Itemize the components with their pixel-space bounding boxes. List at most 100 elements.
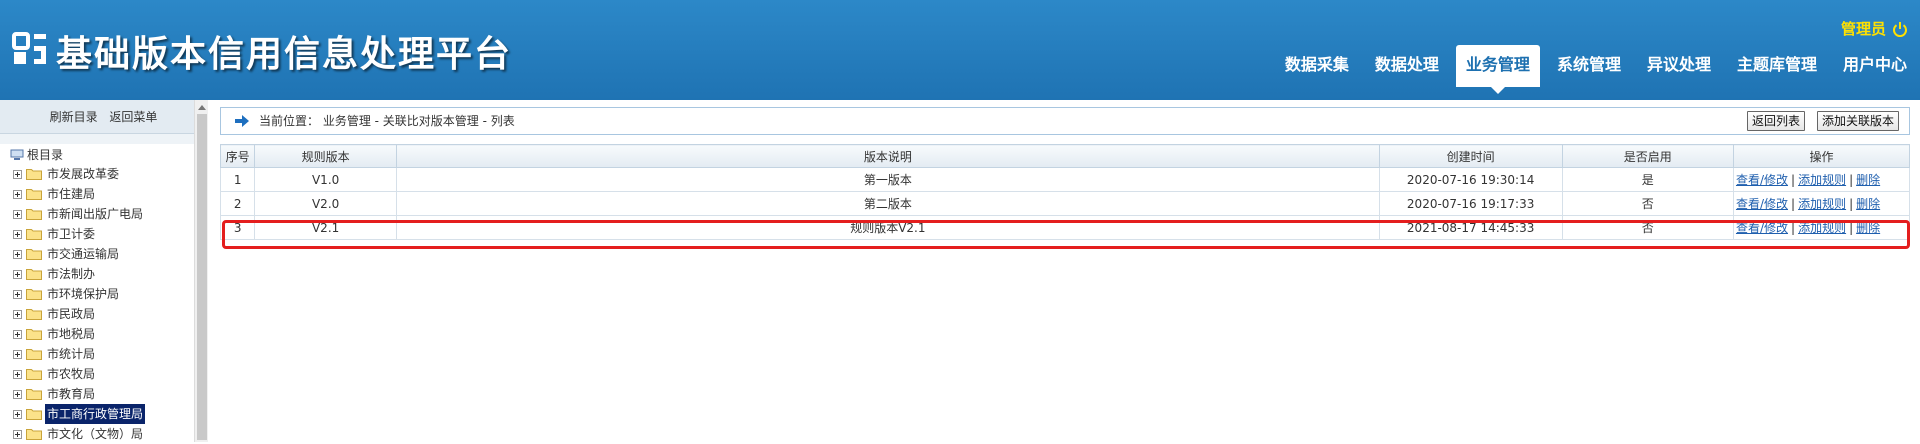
tree-item[interactable]: 市发展改革委 — [10, 164, 194, 184]
cell-enabled: 否 — [1561, 215, 1734, 240]
expand-icon[interactable] — [13, 209, 22, 219]
tree-item-label: 市新闻出版广电局 — [47, 207, 144, 221]
folder-icon — [26, 349, 42, 360]
expand-icon[interactable] — [13, 189, 22, 199]
cell-no: 3 — [219, 215, 256, 240]
tree-item-label: 市环境保护局 — [47, 287, 120, 301]
col-header-enabled: 是否启用 — [1561, 144, 1734, 168]
expand-icon[interactable] — [13, 269, 22, 279]
cell-version: V2.0 — [254, 191, 397, 216]
scroll-up-arrow-icon[interactable] — [198, 105, 206, 110]
tree-item-label: 市工商行政管理局 — [45, 404, 146, 424]
cell-operations: 查看/修改 | 添加规则 | 删除 — [1732, 167, 1911, 192]
add-rule-link[interactable]: 添加规则 — [1798, 197, 1846, 211]
tree-item[interactable]: 市教育局 — [10, 384, 194, 404]
folder-icon — [26, 289, 42, 300]
separator: | — [1849, 221, 1854, 235]
nav-user-center[interactable]: 用户中心 — [1830, 45, 1920, 87]
tree-item[interactable]: 市农牧局 — [10, 364, 194, 384]
nav-data-collection[interactable]: 数据采集 — [1272, 45, 1362, 87]
col-header-no: 序号 — [219, 144, 256, 168]
app-title: 基础版本信用信息处理平台 — [56, 34, 513, 75]
tree-item[interactable]: 市卫计委 — [10, 224, 194, 244]
nav-data-processing[interactable]: 数据处理 — [1362, 45, 1452, 87]
expand-icon[interactable] — [13, 349, 22, 359]
add-rule-link[interactable]: 添加规则 — [1798, 173, 1846, 187]
scroll-thumb[interactable] — [197, 114, 207, 440]
expand-icon[interactable] — [13, 229, 22, 239]
breadcrumb-buttons: 返回列表 添加关联版本 — [1746, 111, 1899, 131]
user-area: 管理员 — [1841, 18, 1908, 39]
back-menu-link[interactable]: 返回菜单 — [109, 110, 157, 124]
separator: | — [1791, 197, 1796, 211]
expand-icon[interactable] — [13, 409, 22, 419]
tree-root[interactable]: 根目录 — [10, 146, 194, 164]
cell-description: 规则版本V2.1 — [395, 215, 1380, 240]
add-version-button[interactable]: 添加关联版本 — [1816, 111, 1899, 131]
expand-icon[interactable] — [13, 249, 22, 259]
nav-system-management[interactable]: 系统管理 — [1544, 45, 1634, 87]
logo-icon — [12, 32, 46, 64]
tree-item[interactable]: 市交通运输局 — [10, 244, 194, 264]
delete-link[interactable]: 删除 — [1856, 221, 1880, 235]
expand-icon[interactable] — [13, 309, 22, 319]
tree-item[interactable]: 市新闻出版广电局 — [10, 204, 194, 224]
cell-description: 第二版本 — [395, 191, 1380, 216]
tree-item-label: 市统计局 — [47, 347, 96, 361]
expand-icon[interactable] — [13, 329, 22, 339]
refresh-directory-link[interactable]: 刷新目录 — [50, 110, 98, 124]
folder-icon — [26, 409, 42, 420]
add-rule-link[interactable]: 添加规则 — [1798, 221, 1846, 235]
tree-item[interactable]: 市统计局 — [10, 344, 194, 364]
tree-item-label: 市卫计委 — [47, 227, 96, 241]
folder-icon — [26, 229, 42, 240]
table-header-row: 序号 规则版本 版本说明 创建时间 是否启用 操作 — [219, 144, 1911, 168]
view-edit-link[interactable]: 查看/修改 — [1736, 221, 1788, 235]
tree-item-label: 市教育局 — [47, 387, 96, 401]
tree-item[interactable]: 市民政局 — [10, 304, 194, 324]
sidebar-scrollbar[interactable] — [194, 100, 208, 442]
delete-link[interactable]: 删除 — [1856, 173, 1880, 187]
cell-enabled: 是 — [1561, 167, 1734, 192]
folder-icon — [26, 169, 42, 180]
view-edit-link[interactable]: 查看/修改 — [1736, 197, 1788, 211]
breadcrumb-text: 当前位置： 业务管理 - 关联比对版本管理 - 列表 — [259, 114, 515, 128]
nav-theme-library[interactable]: 主题库管理 — [1724, 45, 1830, 87]
tree-item-label: 市法制办 — [47, 267, 96, 281]
power-icon[interactable] — [1892, 21, 1908, 37]
tree-item[interactable]: 市工商行政管理局 — [10, 404, 194, 424]
tree-root-label: 根目录 — [27, 148, 64, 162]
nav-objection-handling[interactable]: 异议处理 — [1634, 45, 1724, 87]
main-nav: 数据采集 数据处理 业务管理 系统管理 异议处理 主题库管理 用户中心 — [1272, 45, 1920, 94]
separator: | — [1791, 221, 1796, 235]
folder-icon — [26, 209, 42, 220]
col-header-operations: 操作 — [1732, 144, 1911, 168]
tree-item[interactable]: 市环境保护局 — [10, 284, 194, 304]
tree-item-label: 市住建局 — [47, 187, 96, 201]
user-name[interactable]: 管理员 — [1841, 18, 1886, 39]
tree-item[interactable]: 市住建局 — [10, 184, 194, 204]
tree-item[interactable]: 市地税局 — [10, 324, 194, 344]
cell-created: 2020-07-16 19:17:33 — [1378, 191, 1563, 216]
cell-enabled: 否 — [1561, 191, 1734, 216]
expand-icon[interactable] — [13, 429, 22, 439]
separator: | — [1849, 197, 1854, 211]
tree-item[interactable]: 市文化（文物）局 — [10, 424, 194, 444]
table-row: 3 V2.1 规则版本V2.1 2021-08-17 14:45:33 否查看/修改 | 添… — [219, 215, 1911, 240]
cell-version: V1.0 — [254, 167, 397, 192]
back-to-list-button[interactable]: 返回列表 — [1746, 111, 1805, 131]
cell-no: 2 — [219, 191, 256, 216]
nav-business-management[interactable]: 业务管理 — [1455, 45, 1540, 94]
expand-icon[interactable] — [13, 369, 22, 379]
delete-link[interactable]: 删除 — [1856, 197, 1880, 211]
folder-icon — [26, 189, 42, 200]
expand-icon[interactable] — [13, 169, 22, 179]
view-edit-link[interactable]: 查看/修改 — [1736, 173, 1788, 187]
expand-icon[interactable] — [13, 389, 22, 399]
folder-icon — [26, 269, 42, 280]
expand-icon[interactable] — [13, 289, 22, 299]
sidebar: 刷新目录 返回菜单 根目录 市发展改革委市住建局市新闻出版广电局 市卫计委市交通运… — [0, 100, 208, 444]
cell-created: 2021-08-17 14:45:33 — [1378, 215, 1563, 240]
separator: | — [1849, 173, 1854, 187]
tree-item[interactable]: 市法制办 — [10, 264, 194, 284]
